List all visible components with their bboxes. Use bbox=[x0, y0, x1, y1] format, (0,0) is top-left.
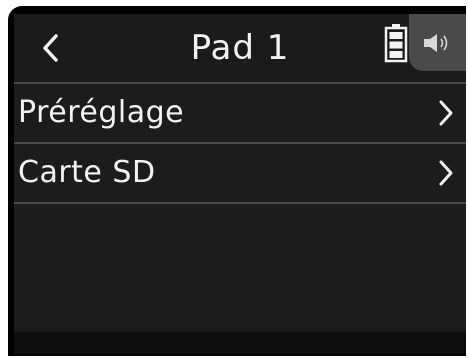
chevron-right-icon bbox=[439, 100, 453, 126]
speaker-icon bbox=[423, 33, 447, 52]
menu-item-label: Carte SD bbox=[18, 155, 156, 190]
chevron-right-icon bbox=[439, 160, 453, 186]
bottom-strip bbox=[14, 332, 466, 354]
menu-item-label: Préréglage bbox=[18, 95, 185, 130]
battery-icon bbox=[384, 24, 408, 63]
device-frame: Pad 1 Préréglage Carte SD bbox=[8, 6, 466, 356]
screen: Pad 1 Préréglage Carte SD bbox=[14, 14, 466, 354]
menu-item-sd-card[interactable]: Carte SD bbox=[14, 144, 466, 202]
speaker-button[interactable] bbox=[409, 14, 466, 71]
menu-item-preset[interactable]: Préréglage bbox=[14, 84, 466, 142]
menu-list: Préréglage Carte SD bbox=[14, 82, 466, 204]
header-bar: Pad 1 bbox=[14, 14, 466, 82]
divider bbox=[14, 202, 466, 204]
